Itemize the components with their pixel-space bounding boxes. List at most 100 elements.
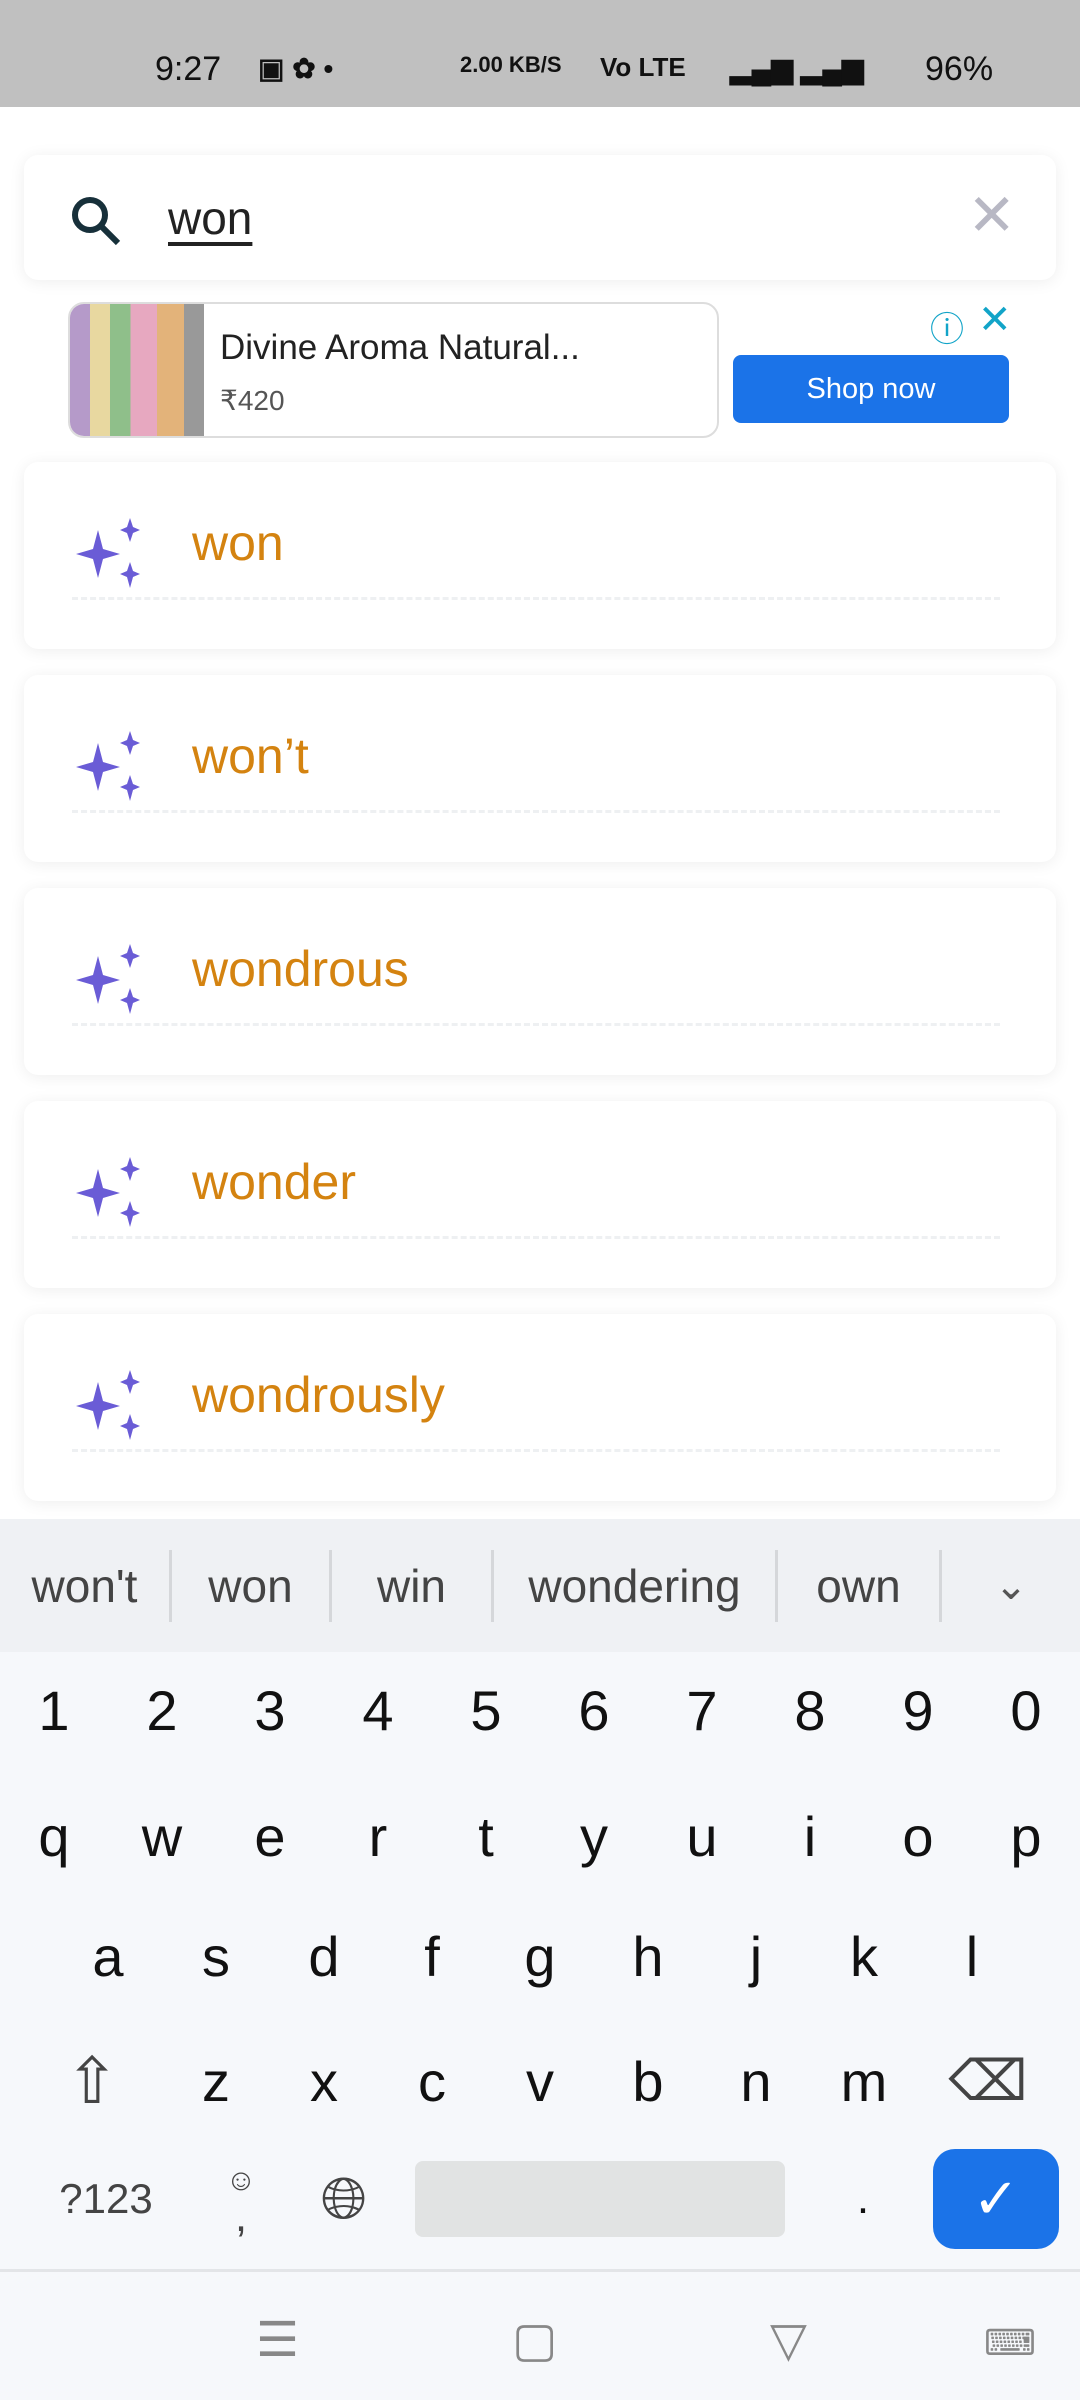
key[interactable]: t [432,1781,540,1891]
result-item[interactable]: wondrous [24,888,1056,1075]
suggestion[interactable]: win [332,1549,494,1622]
ad-title: Divine Aroma Natural... [220,328,580,367]
key-row-1: qwertyuiop [0,1781,1080,1891]
back-icon[interactable]: ▽ [770,2312,807,2368]
result-word: wondrously [192,1367,445,1423]
key[interactable]: m [810,2026,918,2136]
key[interactable]: v [486,2026,594,2136]
result-word: wonder [192,1154,356,1210]
result-item[interactable]: wonder [24,1101,1056,1288]
divider [72,597,1000,600]
info-icon[interactable]: ⓘ [930,302,964,351]
key[interactable]: c [378,2026,486,2136]
key[interactable]: l [918,1901,1026,2011]
key[interactable]: 7 [648,1655,756,1765]
period-key[interactable]: . [803,2144,923,2254]
key[interactable]: 5 [432,1655,540,1765]
home-icon[interactable]: ▢ [512,2312,557,2368]
shop-now-button[interactable]: Shop now [733,355,1009,423]
status-bar: 9:27 ▣ ✿ • 2.00 KB/S Vo LTE ▂▄▆ ▂▄▆ 96% [0,0,1080,107]
divider [72,1449,1000,1452]
key[interactable]: o [864,1781,972,1891]
search-page: won ✕ Divine Aroma Natural... ₹420 ⓘ ✕ S… [0,107,1080,1520]
key[interactable]: e [216,1781,324,1891]
key[interactable]: y [540,1781,648,1891]
key-row-2: asdfghjkl [0,1901,1080,2011]
suggestion[interactable]: wondering [494,1549,778,1622]
enter-check-button[interactable]: ✓ [933,2149,1059,2249]
key[interactable]: a [54,1901,162,2011]
menu-icon[interactable]: ☰ [256,2312,299,2368]
key[interactable]: 2 [108,1655,216,1765]
key[interactable]: u [648,1781,756,1891]
key-row-bottom: ?123 ☺, 🌐︎ . ✓ [0,2144,1080,2254]
divider [72,1023,1000,1026]
result-item[interactable]: won [24,462,1056,649]
suggestion[interactable]: won [172,1549,332,1622]
suggestion-strip: won't won win wondering own ⌄ [0,1519,1080,1652]
result-word: won’t [192,728,309,784]
divider [72,810,1000,813]
key-row-3: ⇧ zxcvbnm ⌫ [0,2026,1080,2136]
net-speed: 2.00 KB/S [460,52,562,77]
key[interactable]: i [756,1781,864,1891]
symbols-key[interactable]: ?123 [21,2144,191,2254]
search-icon [72,197,121,246]
ad-price: ₹420 [220,385,285,416]
key[interactable]: b [594,2026,702,2136]
key[interactable]: f [378,1901,486,2011]
shift-icon[interactable]: ⇧ [22,2026,162,2136]
key[interactable]: 0 [972,1655,1080,1765]
ad-product-image [70,304,204,436]
ad-close-icon[interactable]: ✕ [978,297,1012,343]
key[interactable]: w [108,1781,216,1891]
search-bar[interactable]: won ✕ [24,155,1056,280]
key[interactable]: x [270,2026,378,2136]
battery-level: 96% [925,50,994,88]
ad-banner[interactable]: Divine Aroma Natural... ₹420 [68,302,719,438]
divider [72,1236,1000,1239]
key[interactable]: g [486,1901,594,2011]
result-word: won [192,515,284,571]
key[interactable]: k [810,1901,918,2011]
key[interactable]: h [594,1901,702,2011]
key[interactable]: s [162,1901,270,2011]
sparkle-icon [76,944,140,1014]
key[interactable]: 4 [324,1655,432,1765]
keyboard-icon[interactable]: ⌨ [984,2322,1036,2364]
backspace-icon[interactable]: ⌫ [918,2026,1058,2136]
number-row: 1234567890 [0,1655,1080,1765]
key[interactable]: n [702,2026,810,2136]
space-bar[interactable] [415,2161,785,2237]
app-notification-icon: ▣ ✿ • [258,53,334,84]
key[interactable]: 9 [864,1655,972,1765]
sparkle-icon [76,518,140,588]
key[interactable]: j [702,1901,810,2011]
suggestion[interactable]: won't [0,1549,172,1622]
key[interactable]: p [972,1781,1080,1891]
emoji-comma-key[interactable]: ☺, [191,2144,291,2254]
volte-indicator: Vo LTE [600,52,686,82]
search-input[interactable]: won [168,191,252,245]
result-item[interactable]: won’t [24,675,1056,862]
key[interactable]: q [0,1781,108,1891]
key[interactable]: 1 [0,1655,108,1765]
result-item[interactable]: wondrously [24,1314,1056,1501]
chevron-down-icon[interactable]: ⌄ [942,1563,1080,1609]
sparkle-icon [76,1157,140,1227]
key[interactable]: r [324,1781,432,1891]
key[interactable]: 6 [540,1655,648,1765]
navigation-bar: ☰ ▢ ▽ ⌨ [0,2269,1080,2400]
keyboard: won't won win wondering own ⌄ 1234567890… [0,1519,1080,2269]
sparkle-icon [76,731,140,801]
suggestion[interactable]: own [778,1549,942,1622]
status-time: 9:27 [155,50,222,88]
globe-icon[interactable]: 🌐︎ [291,2144,397,2254]
sparkle-icon [76,1370,140,1440]
signal-icon: ▂▄▆ ▂▄▆ [730,53,864,84]
key[interactable]: 8 [756,1655,864,1765]
close-icon[interactable]: ✕ [967,187,1016,245]
key[interactable]: z [162,2026,270,2136]
key[interactable]: 3 [216,1655,324,1765]
key[interactable]: d [270,1901,378,2011]
